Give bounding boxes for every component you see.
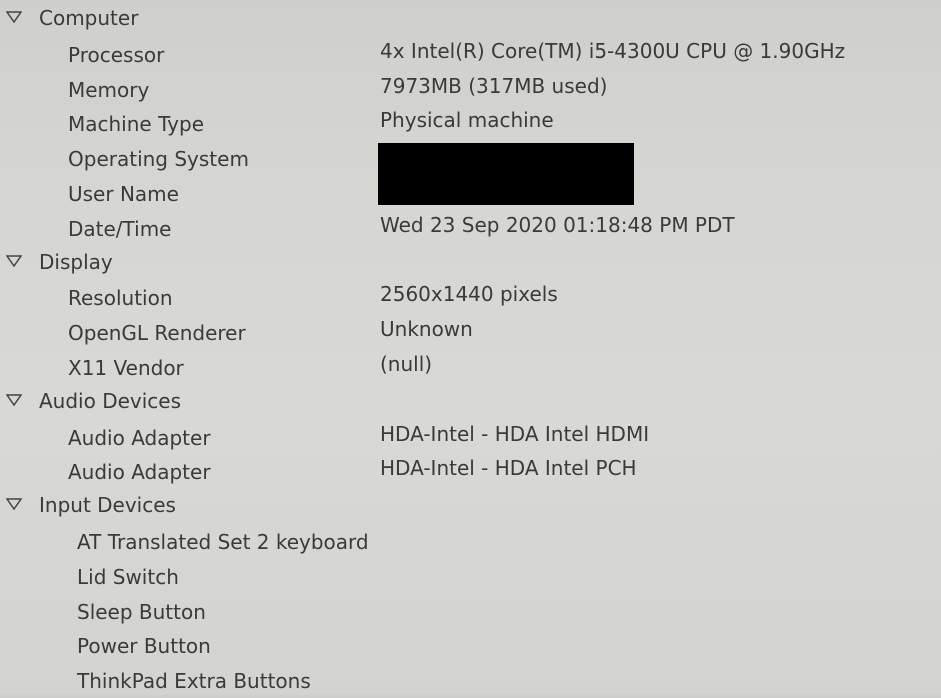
tree-row-processor[interactable]: Processor 4x Intel(R) Core(TM) i5-4300U … xyxy=(0,37,941,72)
property-label: Audio Adapter xyxy=(68,425,211,450)
property-label: Machine Type xyxy=(68,112,205,137)
tree-row-input-device[interactable]: Power Button xyxy=(0,628,941,663)
property-value: HDA-Intel - HDA Intel HDMI xyxy=(380,421,650,446)
tree-row-x11-vendor[interactable]: X11 Vendor (null) xyxy=(0,350,941,385)
tree-row-input-device[interactable]: Sleep Button xyxy=(0,594,941,629)
section-header-computer[interactable]: Computer xyxy=(0,2,941,37)
property-value: 2560x1440 pixels xyxy=(380,282,558,307)
section-title: Input Devices xyxy=(39,493,176,518)
property-value: Unknown xyxy=(380,317,473,342)
device-name: Power Button xyxy=(77,634,211,659)
property-value: HDA-Intel - HDA Intel PCH xyxy=(380,456,637,481)
tree-row-audio-adapter[interactable]: Audio Adapter HDA-Intel - HDA Intel PCH xyxy=(0,454,941,489)
tree-row-input-device[interactable]: AT Translated Set 2 keyboard xyxy=(0,524,941,559)
section-title: Audio Devices xyxy=(39,388,182,413)
property-label: Resolution xyxy=(68,286,173,311)
section-header-display[interactable]: Display xyxy=(0,246,941,281)
tree-row-audio-adapter[interactable]: Audio Adapter HDA-Intel - HDA Intel HDMI xyxy=(0,420,941,455)
tree-row-opengl-renderer[interactable]: OpenGL Renderer Unknown xyxy=(0,315,941,350)
tree-row-date-time[interactable]: Date/Time Wed 23 Sep 2020 01:18:48 PM PD… xyxy=(0,211,941,246)
property-label: Audio Adapter xyxy=(68,460,211,485)
property-label: OpenGL Renderer xyxy=(68,321,246,346)
triangle-down-icon[interactable] xyxy=(6,10,22,24)
section-audio-devices: Audio Devices Audio Adapter HDA-Intel - … xyxy=(0,385,941,489)
section-header-input-devices[interactable]: Input Devices xyxy=(0,489,941,524)
section-display: Display Resolution 2560x1440 pixels Open… xyxy=(0,246,941,385)
device-name: AT Translated Set 2 keyboard xyxy=(77,529,369,554)
property-label: Date/Time xyxy=(68,216,172,241)
section-input-devices: Input Devices AT Translated Set 2 keyboa… xyxy=(0,489,941,698)
property-label: Processor xyxy=(68,42,165,67)
tree-row-machine-type[interactable]: Machine Type Physical machine xyxy=(0,106,941,141)
device-name: ThinkPad Extra Buttons xyxy=(77,669,311,694)
tree-row-memory[interactable]: Memory 7973MB (317MB used) xyxy=(0,72,941,107)
property-value: 7973MB (317MB used) xyxy=(380,73,608,98)
property-value: (null) xyxy=(380,351,433,376)
property-label: Operating System xyxy=(68,147,249,172)
triangle-down-icon[interactable] xyxy=(6,497,22,511)
property-label: User Name xyxy=(68,181,179,206)
tree-row-resolution[interactable]: Resolution 2560x1440 pixels xyxy=(0,280,941,315)
property-value: Wed 23 Sep 2020 01:18:48 PM PDT xyxy=(380,212,735,237)
section-title: Display xyxy=(39,249,113,274)
property-value: 4x Intel(R) Core(TM) i5-4300U CPU @ 1.90… xyxy=(380,38,846,63)
section-title: Computer xyxy=(39,6,139,30)
system-info-tree: Computer Processor 4x Intel(R) Core(TM) … xyxy=(0,0,941,695)
triangle-down-icon[interactable] xyxy=(6,254,22,268)
property-label: X11 Vendor xyxy=(68,355,184,380)
device-name: Sleep Button xyxy=(77,599,206,624)
section-header-audio-devices[interactable]: Audio Devices xyxy=(0,385,941,420)
redaction-box xyxy=(378,143,634,205)
tree-row-input-device[interactable]: ThinkPad Extra Buttons xyxy=(0,663,941,698)
device-name: Lid Switch xyxy=(77,564,179,589)
tree-row-input-device[interactable]: Lid Switch xyxy=(0,559,941,594)
property-label: Memory xyxy=(68,77,150,102)
section-computer: Computer Processor 4x Intel(R) Core(TM) … xyxy=(0,2,941,246)
property-value: Physical machine xyxy=(380,108,554,133)
triangle-down-icon[interactable] xyxy=(6,393,22,407)
